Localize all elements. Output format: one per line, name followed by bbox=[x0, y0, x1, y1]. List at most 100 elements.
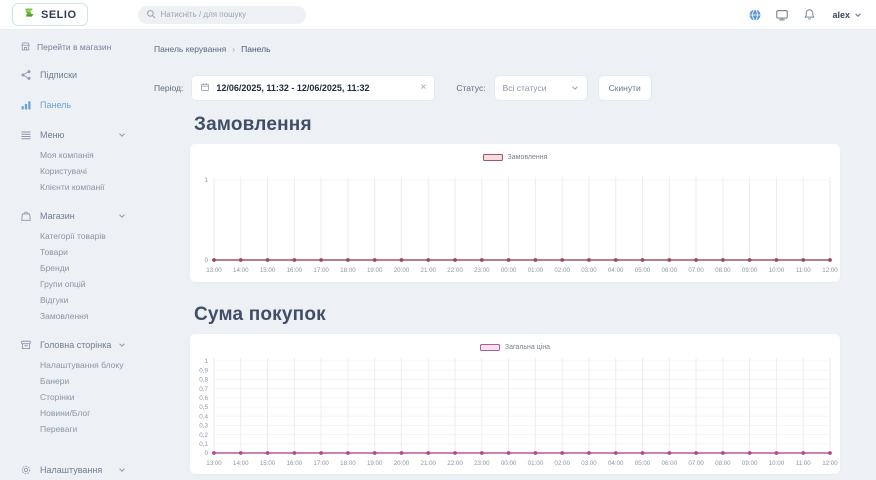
svg-text:16:00: 16:00 bbox=[287, 460, 303, 467]
homepage-icon bbox=[20, 339, 32, 351]
sidebar-section-menu: Меню Моя компаніяКористувачіКлієнти компа… bbox=[0, 126, 140, 195]
svg-text:02:00: 02:00 bbox=[554, 460, 570, 467]
svg-text:12:00: 12:00 bbox=[822, 460, 838, 467]
svg-text:0,1: 0,1 bbox=[199, 441, 208, 448]
svg-text:18:00: 18:00 bbox=[340, 460, 356, 467]
breadcrumb: Панель керування › Панель bbox=[154, 44, 876, 54]
sidebar-section-dashboard: Панель bbox=[0, 96, 140, 114]
bell-icon[interactable] bbox=[801, 7, 817, 23]
user-menu[interactable]: alex bbox=[832, 6, 862, 24]
sidebar-item-menu[interactable]: Меню bbox=[0, 126, 140, 144]
sidebar-item-goto-store[interactable]: Перейти в магазин bbox=[20, 40, 140, 54]
svg-text:08:00: 08:00 bbox=[715, 267, 731, 274]
chevron-down-icon bbox=[118, 466, 126, 474]
legend-swatch bbox=[483, 154, 503, 161]
sidebar-subitem[interactable]: Клієнти компанії bbox=[0, 179, 140, 195]
svg-text:17:00: 17:00 bbox=[313, 267, 329, 274]
svg-text:07:00: 07:00 bbox=[688, 460, 704, 467]
chevron-down-icon bbox=[571, 79, 579, 97]
sidebar-subitem[interactable]: Замовлення bbox=[0, 308, 140, 324]
dashboard-icon bbox=[20, 99, 32, 111]
selio-logo-icon bbox=[23, 6, 36, 24]
svg-text:02:00: 02:00 bbox=[554, 267, 570, 274]
sidebar-subitem[interactable]: Бренди bbox=[0, 260, 140, 276]
sidebar-item-store[interactable]: Магазин bbox=[0, 207, 140, 225]
period-range-input[interactable]: × bbox=[192, 76, 434, 100]
svg-text:10:00: 10:00 bbox=[769, 460, 785, 467]
svg-text:03:00: 03:00 bbox=[581, 267, 597, 274]
svg-text:08:00: 08:00 bbox=[715, 460, 731, 467]
sidebar-subitem[interactable]: Моя компанія bbox=[0, 147, 140, 163]
status-label: Статус: bbox=[456, 83, 485, 93]
breadcrumb-item[interactable]: Панель bbox=[241, 44, 270, 54]
period-value-input[interactable] bbox=[216, 83, 414, 93]
sidebar-item-label: Налаштування bbox=[40, 465, 102, 475]
svg-text:01:00: 01:00 bbox=[528, 460, 544, 467]
sidebar-subitem[interactable]: Товари bbox=[0, 244, 140, 260]
svg-text:0: 0 bbox=[204, 450, 208, 457]
svg-text:10:00: 10:00 bbox=[769, 267, 785, 274]
breadcrumb-item[interactable]: Панель керування bbox=[154, 44, 226, 54]
sidebar-subitem[interactable]: Новини/Блог bbox=[0, 405, 140, 421]
svg-text:22:00: 22:00 bbox=[447, 460, 463, 467]
svg-text:0,9: 0,9 bbox=[199, 367, 208, 374]
top-header: SELIO bbox=[0, 0, 876, 30]
svg-text:19:00: 19:00 bbox=[367, 267, 383, 274]
sidebar-subitem[interactable]: Налаштування блоку bbox=[0, 357, 140, 373]
sidebar-subitem[interactable]: Категорії товарів bbox=[0, 228, 140, 244]
chevron-down-icon bbox=[118, 341, 126, 349]
status-select[interactable]: Всі статуси bbox=[495, 76, 587, 100]
sidebar-item-label: Меню bbox=[40, 130, 64, 140]
monitor-icon[interactable] bbox=[774, 7, 790, 23]
sidebar-section-homepage: Головна сторінка Налаштування блокуБанери… bbox=[0, 336, 140, 437]
orders-chart: 1013:0014:0015:0016:0017:0018:0019:0020:… bbox=[190, 164, 840, 282]
svg-text:20:00: 20:00 bbox=[394, 460, 410, 467]
svg-text:05:00: 05:00 bbox=[635, 267, 651, 274]
global-search[interactable] bbox=[138, 6, 306, 24]
sidebar: Перейти в магазин Підписки Панель Меню Моя … bbox=[0, 30, 140, 480]
legend-item[interactable]: Загальна ціна bbox=[480, 344, 550, 351]
sidebar-subitem[interactable]: Банери bbox=[0, 373, 140, 389]
svg-text:20:00: 20:00 bbox=[394, 267, 410, 274]
search-input[interactable] bbox=[161, 10, 298, 19]
sidebar-subitem[interactable]: Користувачі bbox=[0, 163, 140, 179]
svg-text:13:00: 13:00 bbox=[206, 267, 222, 274]
sidebar-item-label: Перейти в магазин bbox=[37, 42, 111, 52]
sidebar-item-settings[interactable]: Налаштування bbox=[0, 461, 140, 479]
sidebar-subitem[interactable]: Сторінки bbox=[0, 389, 140, 405]
sidebar-item-label: Панель bbox=[40, 100, 71, 110]
svg-text:09:00: 09:00 bbox=[742, 267, 758, 274]
breadcrumb-separator: › bbox=[232, 44, 235, 54]
app-logo[interactable]: SELIO bbox=[12, 3, 88, 26]
sidebar-subitem[interactable]: Переваги bbox=[0, 421, 140, 437]
sidebar-item-homepage[interactable]: Головна сторінка bbox=[0, 336, 140, 354]
svg-text:0,7: 0,7 bbox=[199, 386, 208, 393]
svg-text:1: 1 bbox=[204, 177, 208, 184]
chart-legend: Замовлення bbox=[190, 152, 840, 162]
sidebar-children-store: Категорії товарівТовариБрендиГрупи опцій… bbox=[0, 228, 140, 324]
svg-text:01:00: 01:00 bbox=[528, 267, 544, 274]
purchases-section-title: Сума покупок bbox=[194, 304, 876, 326]
globe-icon[interactable] bbox=[747, 7, 763, 23]
svg-text:0,4: 0,4 bbox=[199, 413, 208, 420]
chevron-down-icon bbox=[854, 6, 862, 24]
sidebar-section-subscriptions: Підписки bbox=[0, 66, 140, 84]
reset-button[interactable]: Скинути bbox=[599, 76, 651, 100]
search-icon bbox=[146, 6, 156, 24]
svg-text:0,8: 0,8 bbox=[199, 377, 208, 384]
clear-period-icon[interactable]: × bbox=[420, 83, 426, 93]
svg-text:16:00: 16:00 bbox=[287, 267, 303, 274]
sidebar-item-subscriptions[interactable]: Підписки bbox=[0, 66, 140, 84]
svg-text:03:00: 03:00 bbox=[581, 460, 597, 467]
sidebar-subitem[interactable]: Відгуки bbox=[0, 292, 140, 308]
svg-text:05:00: 05:00 bbox=[635, 460, 651, 467]
legend-item[interactable]: Замовлення bbox=[483, 154, 548, 161]
sidebar-children-homepage: Налаштування блокуБанериСторінкиНовини/Б… bbox=[0, 357, 140, 437]
sidebar-item-dashboard[interactable]: Панель bbox=[0, 96, 140, 114]
legend-label: Загальна ціна bbox=[505, 344, 550, 351]
sidebar-subitem[interactable]: Групи опцій bbox=[0, 276, 140, 292]
svg-text:13:00: 13:00 bbox=[206, 460, 222, 467]
period-label: Період: bbox=[154, 83, 183, 93]
svg-text:09:00: 09:00 bbox=[742, 460, 758, 467]
svg-text:04:00: 04:00 bbox=[608, 460, 624, 467]
